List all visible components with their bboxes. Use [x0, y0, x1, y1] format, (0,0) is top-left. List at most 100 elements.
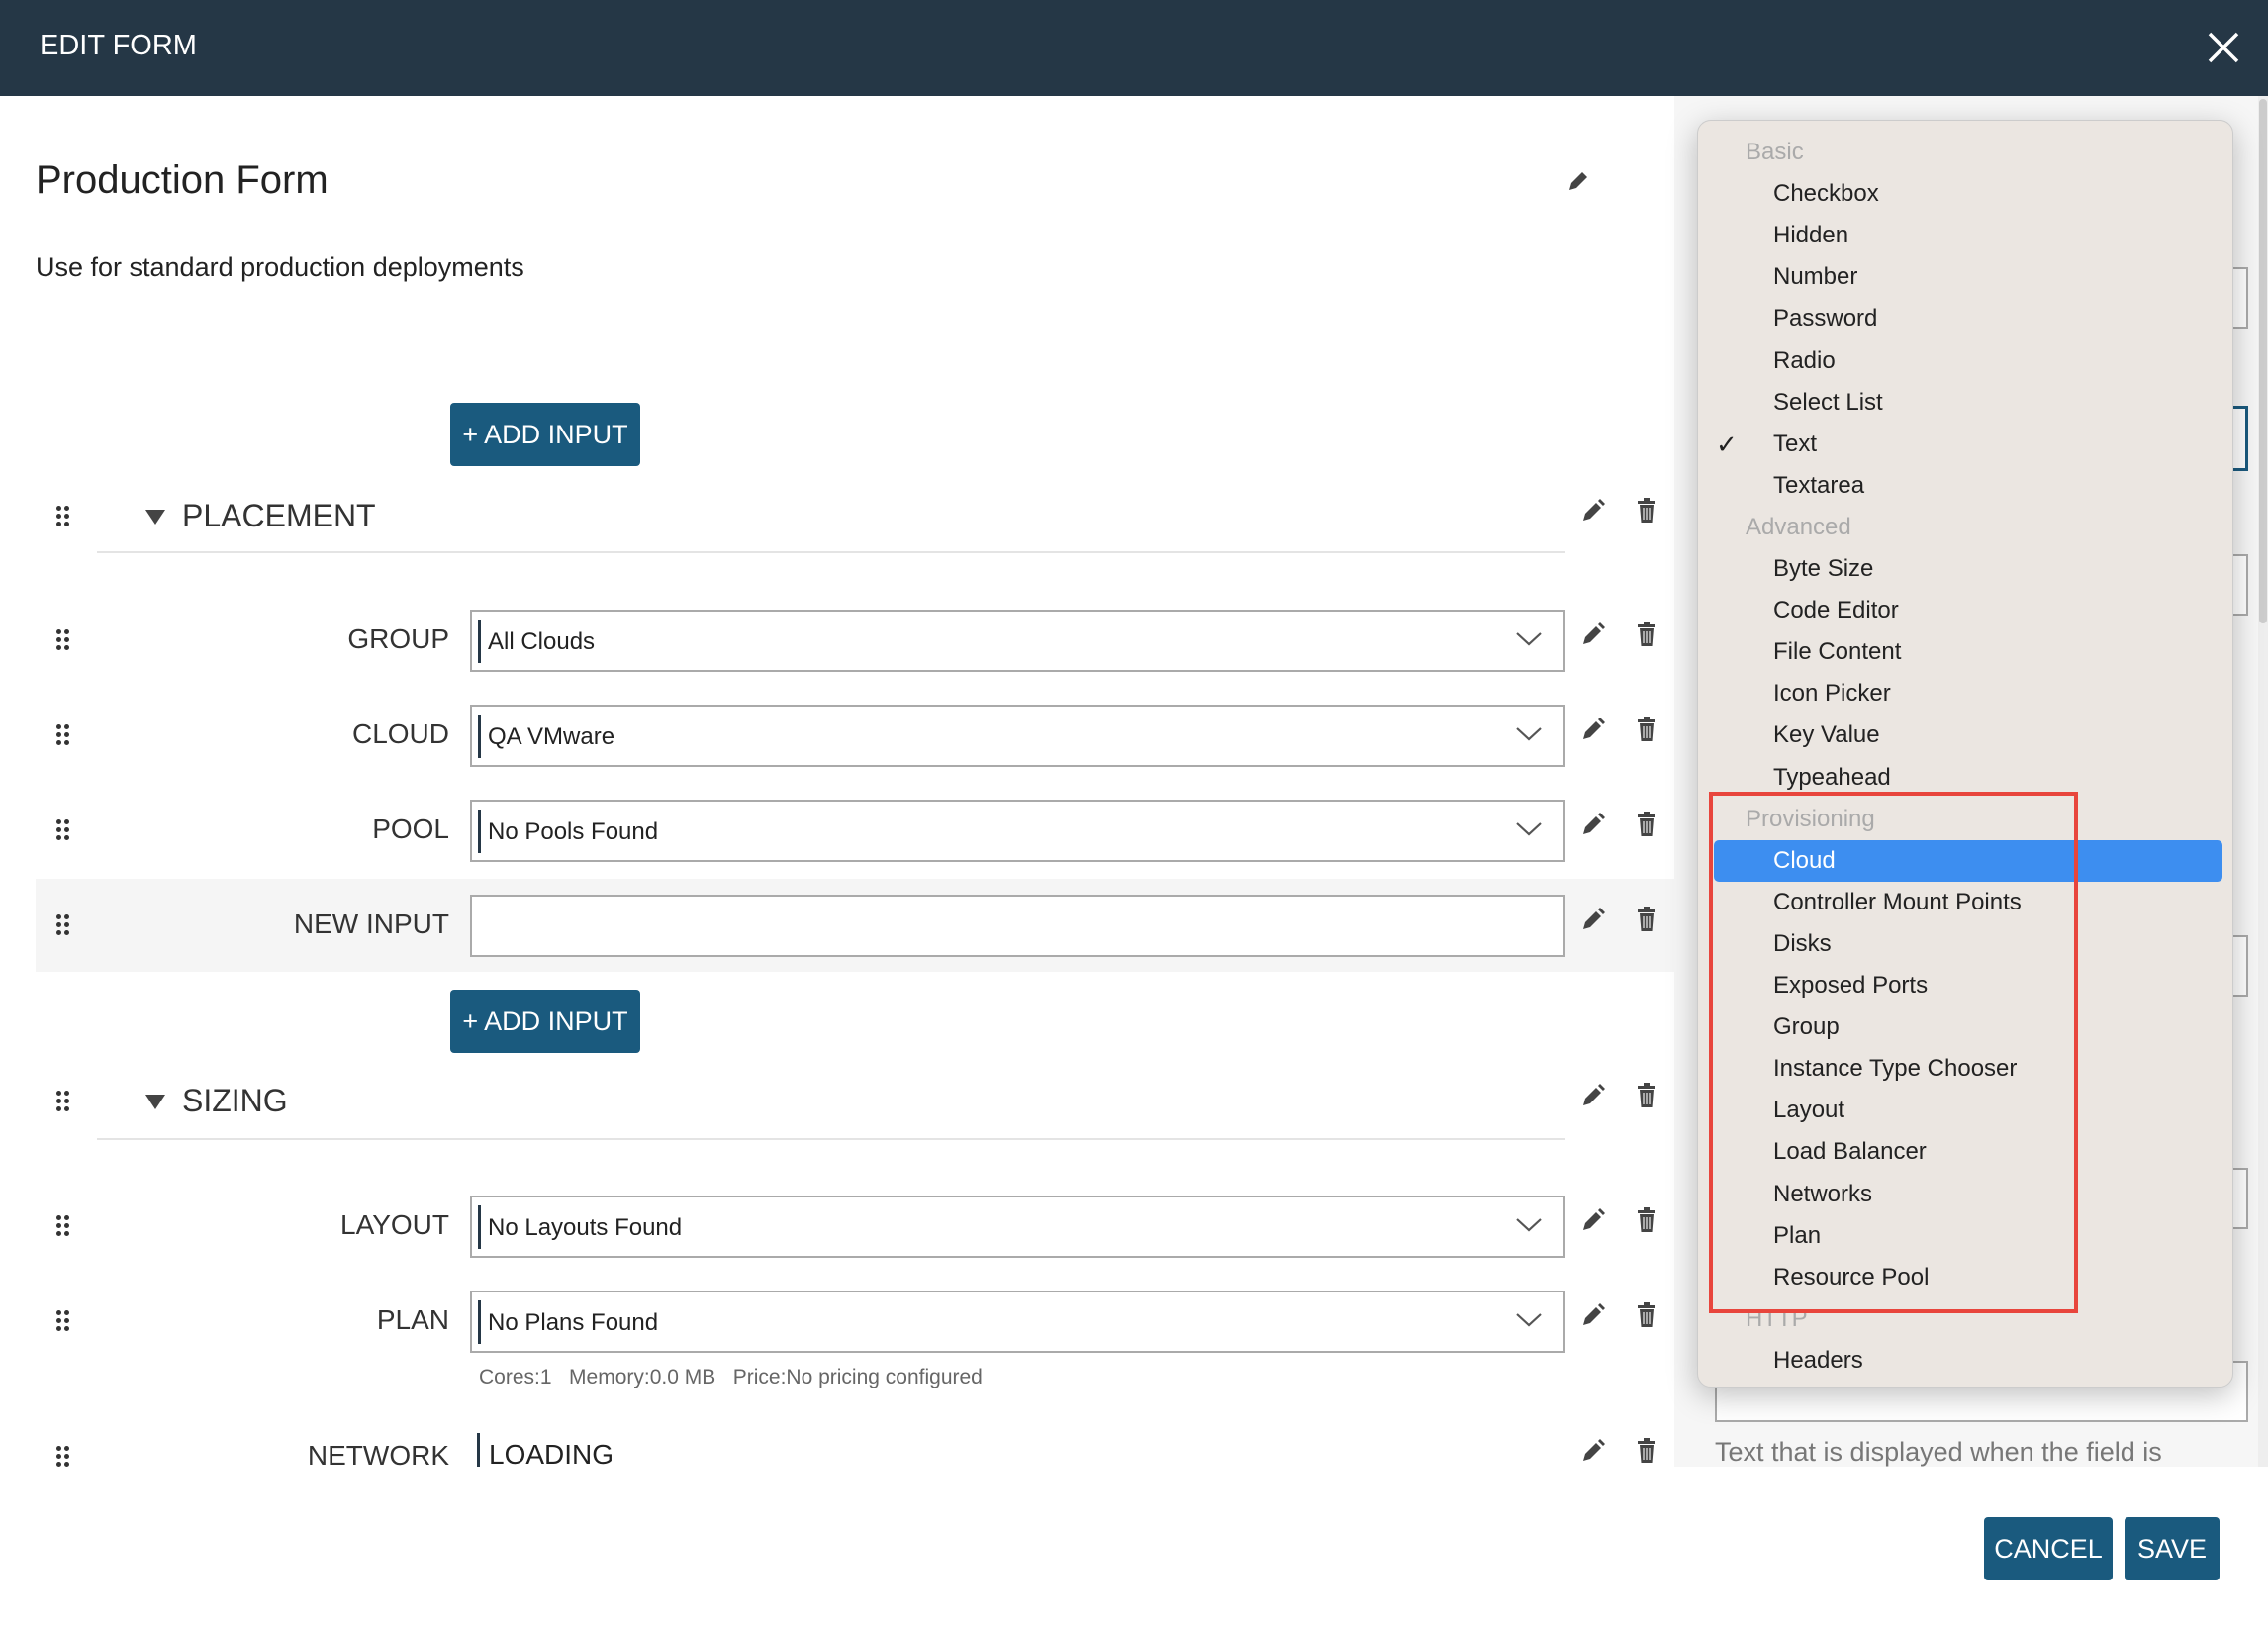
annotation-highlight-box [1709, 792, 2078, 1313]
option-label: Text [1773, 430, 1818, 457]
collapse-triangle-icon[interactable] [145, 1095, 165, 1109]
delete-trash-icon[interactable] [1635, 811, 1658, 838]
edit-pencil-icon[interactable] [1580, 1082, 1606, 1109]
edit-form-pencil-icon[interactable] [1565, 168, 1591, 194]
dropdown-option-number[interactable]: Number [1698, 256, 2232, 298]
option-label: Typeahead [1773, 763, 1891, 791]
chevron-down-icon[interactable] [1516, 631, 1542, 647]
dropdown-option-byte-size[interactable]: Byte Size [1698, 548, 2232, 590]
delete-trash-icon[interactable] [1635, 1082, 1658, 1109]
select-value: QA VMware [488, 723, 615, 750]
add-input-button[interactable]: + ADD INPUT [450, 403, 640, 466]
form-name: Production Form [36, 158, 329, 202]
edit-pencil-icon[interactable] [1580, 1206, 1606, 1234]
input-label: POOL [372, 814, 449, 844]
option-label: Hidden [1773, 222, 1849, 249]
dropdown-group-header: Advanced [1746, 513, 1851, 540]
input-label: NETWORK [307, 1440, 449, 1471]
dropdown-option-select-list[interactable]: Select List [1698, 382, 2232, 424]
dropdown-option-file-content[interactable]: File Content [1698, 631, 2232, 673]
select-pool[interactable]: No Pools Found [470, 800, 1565, 862]
dropdown-group-header: Basic [1746, 139, 1804, 165]
delete-trash-icon[interactable] [1635, 1301, 1658, 1329]
select-group[interactable]: All Clouds [470, 610, 1565, 672]
section-divider [97, 1138, 1565, 1140]
help-text: Text that is displayed when the field is [1715, 1437, 2162, 1467]
delete-trash-icon[interactable] [1635, 1437, 1658, 1465]
chevron-down-icon[interactable] [1516, 1312, 1542, 1328]
section-title: PLACEMENT [182, 498, 376, 533]
delete-trash-icon[interactable] [1635, 906, 1658, 933]
dropdown-option-key-value[interactable]: Key Value [1698, 715, 2232, 756]
dropdown-option-password[interactable]: Password [1698, 298, 2232, 339]
form-description: Use for standard production deployments [36, 252, 524, 282]
option-label: Key Value [1773, 721, 1880, 749]
loading-text: LOADING [489, 1439, 614, 1470]
edit-pencil-icon[interactable] [1580, 1437, 1606, 1465]
dropdown-option-code-editor[interactable]: Code Editor [1698, 590, 2232, 631]
option-label: Icon Picker [1773, 680, 1891, 708]
edit-pencil-icon[interactable] [1580, 497, 1606, 525]
cursor-bar [478, 715, 481, 758]
collapse-triangle-icon[interactable] [145, 510, 165, 525]
select-cloud[interactable]: QA VMware [470, 705, 1565, 767]
plan-details: Cores:1 Memory:0.0 MB Price:No pricing c… [479, 1366, 983, 1388]
cursor-bar [478, 1205, 481, 1249]
dropdown-option-checkbox[interactable]: Checkbox [1698, 173, 2232, 215]
dropdown-option-radio[interactable]: Radio [1698, 340, 2232, 382]
select-plan[interactable]: No Plans Found [470, 1291, 1565, 1353]
drag-handle-icon[interactable] [56, 1091, 70, 1112]
delete-trash-icon[interactable] [1635, 716, 1658, 743]
dropdown-option-text[interactable]: ✓ Text [1698, 424, 2232, 465]
dropdown-option-textarea[interactable]: Textarea [1698, 465, 2232, 507]
cursor-bar [478, 620, 481, 663]
edit-pencil-icon[interactable] [1580, 621, 1606, 648]
input-label: CLOUD [351, 718, 449, 749]
dropdown-option-hidden[interactable]: Hidden [1698, 215, 2232, 256]
chevron-down-icon[interactable] [1516, 821, 1542, 837]
scrollbar-thumb[interactable] [2259, 99, 2267, 623]
section-title: SIZING [182, 1083, 288, 1118]
add-input-button[interactable]: + ADD INPUT [450, 990, 640, 1053]
select-value: No Plans Found [488, 1309, 659, 1336]
option-label: Number [1773, 263, 1858, 291]
loading-bar [477, 1433, 480, 1467]
option-label: File Content [1773, 638, 1902, 666]
checkmark-icon: ✓ [1716, 429, 1738, 459]
cancel-button[interactable]: CANCEL [1984, 1517, 2113, 1580]
edit-pencil-icon[interactable] [1580, 906, 1606, 933]
cursor-bar [478, 810, 481, 853]
section-divider [97, 551, 1565, 553]
select-layout[interactable]: No Layouts Found [470, 1196, 1565, 1258]
close-icon[interactable] [2202, 26, 2245, 69]
input-label: PLAN [376, 1304, 449, 1335]
select-value: No Pools Found [488, 818, 659, 845]
delete-trash-icon[interactable] [1635, 497, 1658, 525]
text-input[interactable] [470, 895, 1565, 957]
option-label: Password [1773, 305, 1878, 333]
option-label: Checkbox [1773, 180, 1879, 208]
select-value: All Clouds [488, 628, 596, 655]
chevron-down-icon[interactable] [1516, 1217, 1542, 1233]
save-button[interactable]: SAVE [2125, 1517, 2220, 1580]
delete-trash-icon[interactable] [1635, 1206, 1658, 1234]
delete-trash-icon[interactable] [1635, 621, 1658, 648]
chevron-down-icon[interactable] [1516, 726, 1542, 742]
dropdown-option-icon-picker[interactable]: Icon Picker [1698, 673, 2232, 715]
option-label: Code Editor [1773, 597, 1899, 624]
dropdown-option-headers[interactable]: Headers [1698, 1340, 2232, 1382]
input-label: LAYOUT [340, 1209, 449, 1240]
modal-header: EDIT FORM [0, 0, 2268, 96]
input-label: GROUP [347, 623, 449, 654]
option-label: Headers [1773, 1346, 1863, 1374]
cursor-bar [478, 1300, 481, 1344]
modal-title: EDIT FORM [40, 30, 197, 61]
option-label: Textarea [1773, 471, 1865, 499]
drag-handle-icon[interactable] [56, 506, 70, 527]
edit-pencil-icon[interactable] [1580, 811, 1606, 838]
edit-pencil-icon[interactable] [1580, 716, 1606, 743]
option-label: Byte Size [1773, 555, 1874, 582]
edit-pencil-icon[interactable] [1580, 1301, 1606, 1329]
select-value: No Layouts Found [488, 1214, 683, 1241]
input-label: NEW INPUT [293, 909, 449, 939]
